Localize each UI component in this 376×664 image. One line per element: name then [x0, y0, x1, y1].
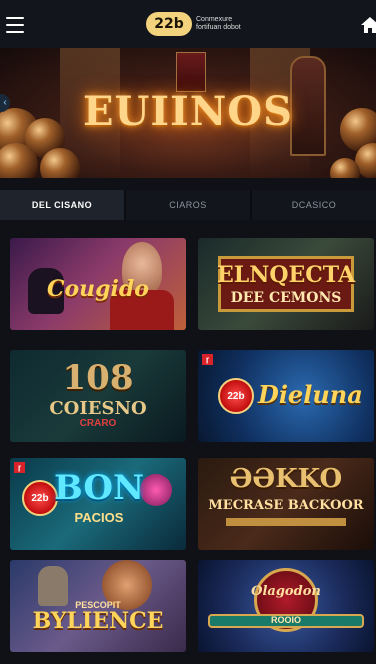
game-card[interactable]: ELNQECTA DEE CEMONS [198, 238, 374, 330]
game-card[interactable]: 108 COIESNO CRARO [10, 350, 186, 442]
category-tabs: DEL CISANO CIAROS DCASICO [0, 190, 376, 220]
hamburger-menu-icon[interactable] [6, 17, 24, 33]
brand-badge: 22b [22, 480, 58, 516]
logo-badge: 22b [146, 12, 192, 36]
game-subtitle: MECRASE BACKOOR [208, 498, 364, 513]
game-card[interactable]: Cougido [10, 238, 186, 330]
game-subtitle: ROOIO [270, 615, 301, 625]
hero-title: EUIINOS [82, 88, 294, 135]
brand-badge: 22b [218, 378, 254, 414]
game-title: 108 [62, 358, 134, 398]
game-card[interactable]: PESCOPIT BYLIENCE [10, 560, 186, 652]
corner-flag-icon: ɼ [14, 462, 25, 473]
game-title: ƏƏKKO [229, 464, 343, 494]
hero-banner[interactable]: EUIINOS ‹ [0, 48, 376, 178]
bonus-orb [140, 474, 172, 506]
game-card[interactable]: ɼ 22b Dieluna [198, 350, 374, 442]
game-title: Cougido [47, 276, 149, 302]
corner-flag-icon: ɼ [202, 354, 213, 365]
game-subtitle: PACIOS [74, 510, 124, 525]
game-title: ELNQECTA [216, 262, 356, 288]
wall-decoration [176, 52, 206, 92]
game-subtitle: COIESNO [49, 398, 147, 419]
tab-dcasico[interactable]: DCASICO [252, 190, 376, 220]
game-card[interactable]: ɼ 22b BON PACIOS [10, 458, 186, 550]
game-title: Olagodon [251, 584, 321, 599]
game-card[interactable]: ƏƏKKO MECRASE BACKOOR [198, 458, 374, 550]
game-card[interactable]: Olagodon ROOIO [198, 560, 374, 652]
home-icon[interactable] [360, 16, 376, 34]
decorative-bar [226, 518, 346, 526]
tab-ciaros[interactable]: CIAROS [126, 190, 252, 220]
game-title: Dieluna [258, 380, 363, 409]
logo-text: Conmexure fortifuan dobot [196, 16, 241, 31]
game-subtitle: DEE CEMONS [230, 290, 342, 306]
top-header: 22b Conmexure fortifuan dobot [0, 0, 376, 48]
game-subtitle-secondary: CRARO [79, 418, 117, 429]
brand-logo[interactable]: 22b Conmexure fortifuan dobot [146, 12, 244, 36]
game-title: BON [54, 468, 145, 508]
game-title: BYLIENCE [32, 608, 164, 634]
tab-del-cisano[interactable]: DEL CISANO [0, 190, 126, 220]
